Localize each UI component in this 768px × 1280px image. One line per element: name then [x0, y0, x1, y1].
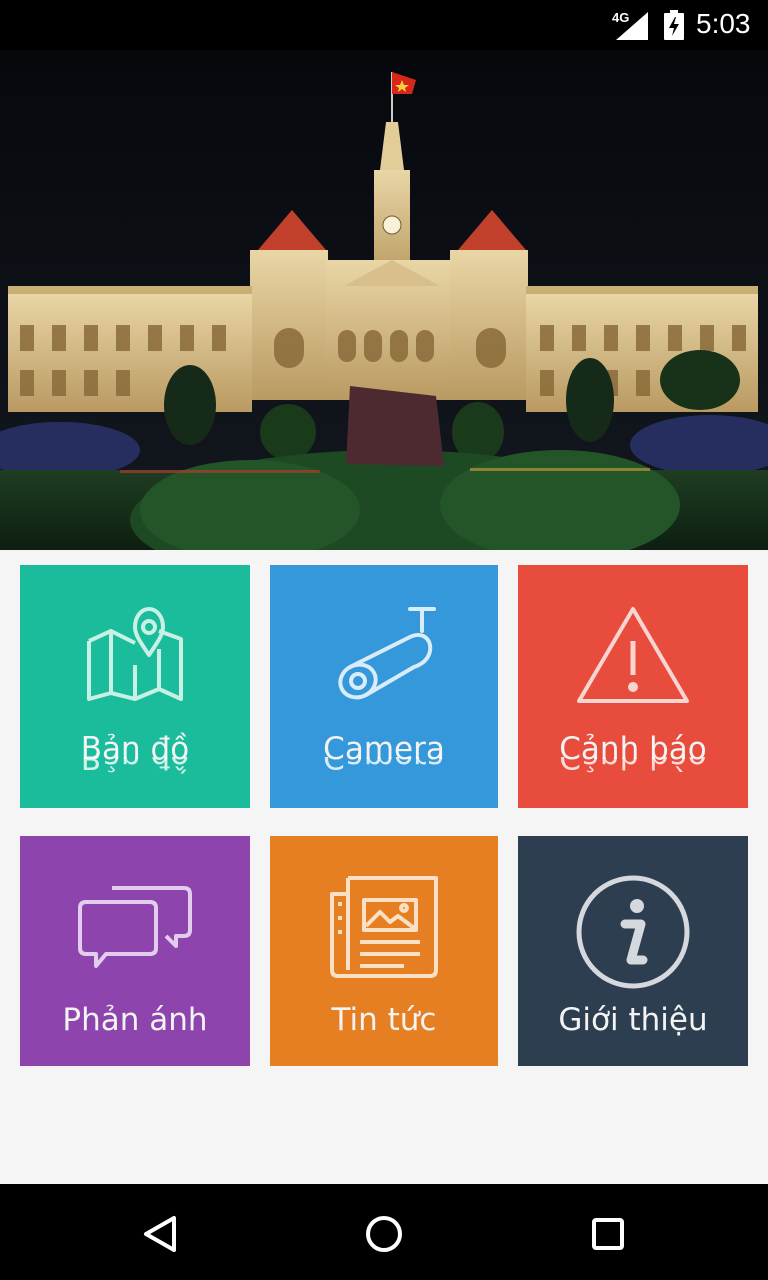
tile-warning-label-reflection: Cảnh báo [559, 757, 707, 775]
tile-warning[interactable]: Cảnh báo Cảnh báo [518, 565, 748, 808]
clock: 5:03 [696, 8, 751, 39]
home-icon[interactable] [362, 1212, 406, 1256]
tile-feedback-label: Phản ánh [62, 1002, 208, 1038]
city-hall-illustration [0, 50, 768, 550]
hero-image [0, 50, 768, 550]
status-bar: 4G 5:03 [0, 0, 768, 50]
chat-bubbles-icon [20, 874, 250, 984]
tile-feedback[interactable]: Phản ánh [20, 836, 250, 1066]
recents-icon[interactable] [586, 1212, 630, 1256]
warning-icon [518, 603, 748, 713]
navigation-bar [0, 1184, 768, 1280]
tile-news-label: Tin tức [331, 1002, 437, 1038]
newspaper-icon [270, 874, 498, 984]
tile-camera[interactable]: Camera Camera [270, 565, 498, 808]
signal-icon [616, 12, 648, 40]
info-icon [518, 874, 748, 989]
tile-map[interactable]: Bản đồ Bản đồ [20, 565, 250, 808]
map-pin-icon [20, 603, 250, 713]
tile-about-label: Giới thiệu [558, 1002, 708, 1038]
tile-camera-label-reflection: Camera [323, 757, 445, 775]
tile-about[interactable]: Giới thiệu [518, 836, 748, 1066]
battery-charging-icon [664, 10, 684, 40]
tile-map-label-reflection: Bản đồ [80, 757, 190, 775]
back-icon[interactable] [138, 1212, 182, 1256]
camera-icon [270, 603, 498, 713]
tile-news[interactable]: Tin tức [270, 836, 498, 1066]
